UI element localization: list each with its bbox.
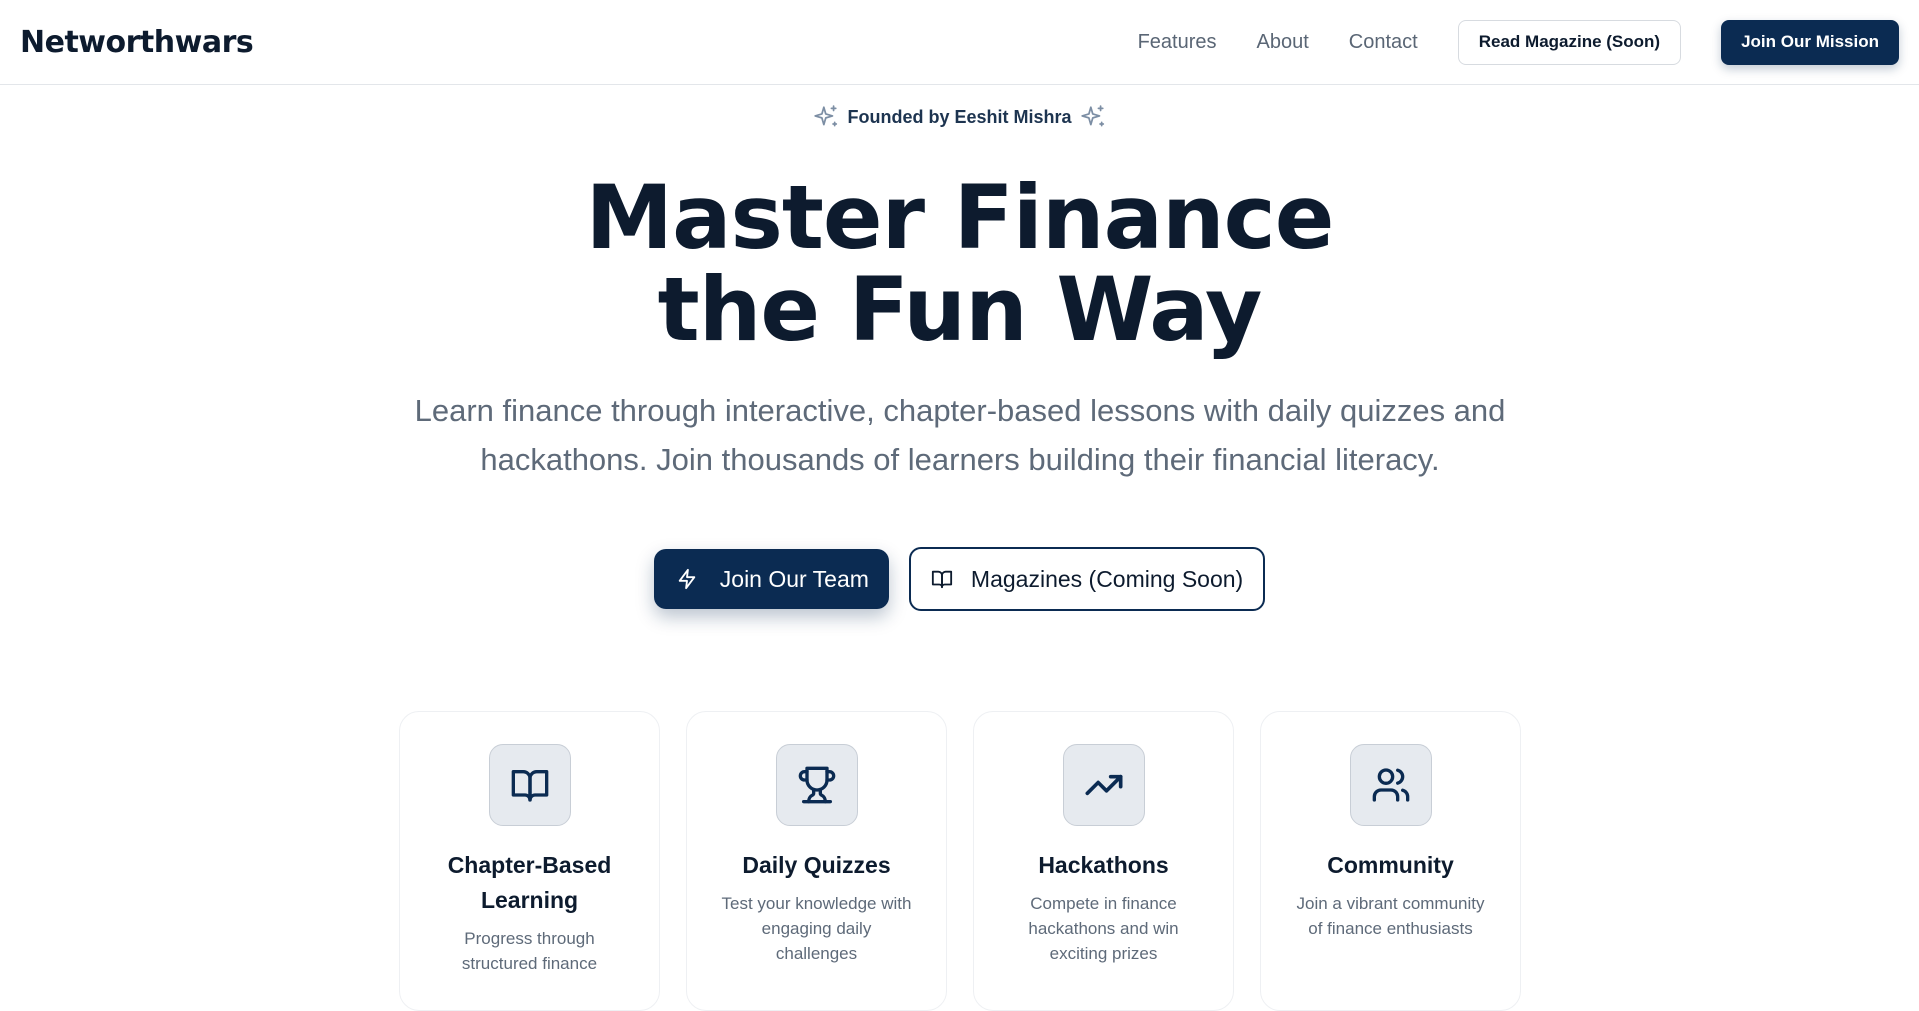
founded-badge: Founded by Eeshit Mishra bbox=[0, 104, 1919, 130]
feature-card-community: Community Join a vibrant community of fi… bbox=[1260, 711, 1521, 1011]
book-open-icon bbox=[488, 744, 571, 826]
magazines-label: Magazines (Coming Soon) bbox=[970, 565, 1244, 592]
top-navbar: Networthwars Features About Contact Read… bbox=[0, 0, 1919, 85]
hero-subtitle: Learn finance through interactive, chapt… bbox=[414, 393, 1506, 477]
feature-desc: Join a vibrant community of finance enth… bbox=[1296, 894, 1485, 938]
brand-logo[interactable]: Networthwars bbox=[20, 25, 254, 60]
users-icon bbox=[1349, 744, 1432, 826]
feature-card-daily-quizzes: Daily Quizzes Test your knowledge with e… bbox=[686, 711, 947, 1011]
book-open-icon bbox=[931, 568, 953, 590]
feature-title: Daily Quizzes bbox=[742, 852, 891, 878]
feature-desc: Compete in finance hackathons and win ex… bbox=[1028, 894, 1179, 963]
nav-menu: Features About Contact Read Magazine (So… bbox=[1138, 19, 1899, 65]
cta-row: Join Our Team Magazines (Coming Soon) bbox=[0, 547, 1919, 611]
trending-up-icon bbox=[1062, 744, 1145, 826]
headline-line-2: the Fun Way bbox=[657, 258, 1263, 361]
feature-card-hackathons: Hackathons Compete in finance hackathons… bbox=[973, 711, 1234, 1011]
founded-text: Founded by Eeshit Mishra bbox=[847, 106, 1072, 127]
nav-link-about[interactable]: About bbox=[1257, 31, 1309, 54]
sparkles-icon bbox=[814, 105, 838, 127]
nav-link-features[interactable]: Features bbox=[1138, 31, 1217, 54]
feature-title: Chapter-Based Learning bbox=[447, 852, 612, 913]
hero-headline: Master Finance the Fun Way bbox=[0, 172, 1919, 356]
feature-desc: Test your knowledge with engaging daily … bbox=[721, 894, 912, 963]
feature-card-chapter-learning: Chapter-Based Learning Progress through … bbox=[399, 711, 660, 1011]
nav-link-contact[interactable]: Contact bbox=[1349, 31, 1418, 54]
join-team-label: Join Our Team bbox=[719, 565, 869, 592]
join-team-button[interactable]: Join Our Team bbox=[653, 549, 889, 609]
feature-title: Community bbox=[1327, 852, 1454, 878]
feature-title: Hackathons bbox=[1038, 852, 1169, 878]
trophy-icon bbox=[775, 744, 858, 826]
headline-line-1: Master Finance bbox=[585, 166, 1335, 269]
magazines-button[interactable]: Magazines (Coming Soon) bbox=[908, 547, 1266, 611]
join-mission-button[interactable]: Join Our Mission bbox=[1721, 19, 1899, 65]
read-magazine-button[interactable]: Read Magazine (Soon) bbox=[1457, 19, 1682, 65]
sparkles-icon bbox=[1080, 105, 1104, 127]
feature-cards: Chapter-Based Learning Progress through … bbox=[399, 711, 1521, 1011]
zap-icon bbox=[676, 568, 698, 590]
